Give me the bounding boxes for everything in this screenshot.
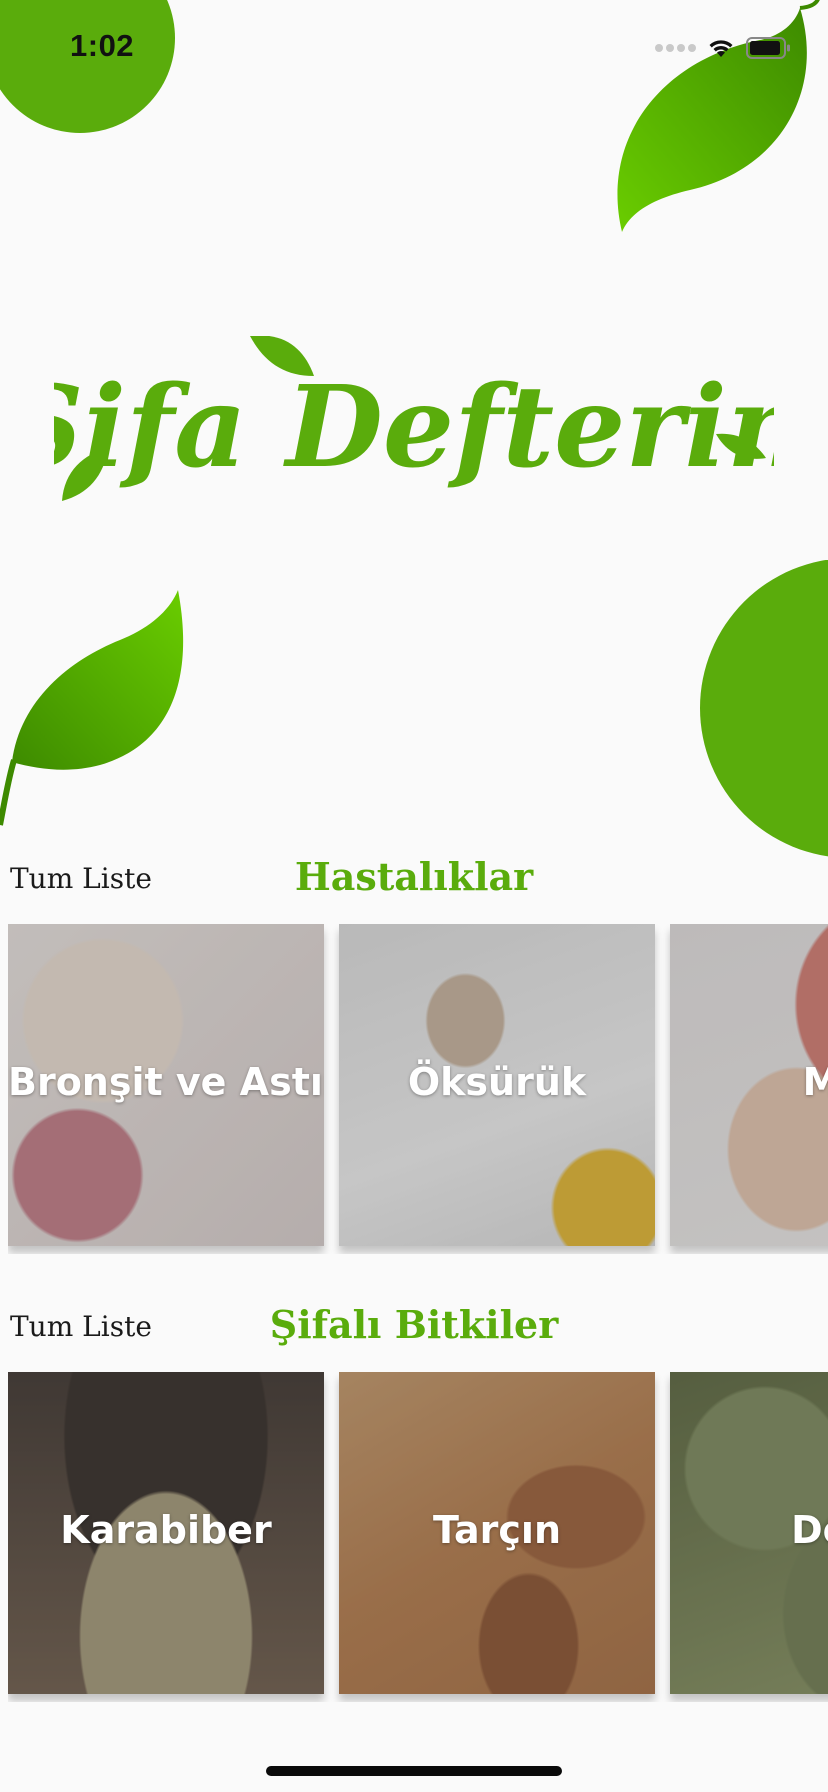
status-bar: 1:02: [0, 0, 828, 100]
card-label: Def: [791, 1508, 828, 1552]
herbs-section-title: Şifalı Bitkiler: [269, 1302, 559, 1347]
card-label: Mi: [802, 1060, 828, 1104]
corner-circle-mid-right: [700, 560, 828, 857]
battery-icon: [746, 37, 790, 59]
card-label: Öksürük: [407, 1060, 587, 1104]
herbs-card-row[interactable]: Karabiber Tarçın Def: [8, 1372, 828, 1702]
card-label: Tarçın: [432, 1508, 561, 1552]
herb-card-tarcin[interactable]: Tarçın: [339, 1372, 655, 1694]
wifi-icon: [709, 40, 733, 57]
card-label: Bronşit ve Astım: [8, 1060, 324, 1104]
herb-card-3[interactable]: Def: [670, 1372, 828, 1694]
diseases-card-row[interactable]: Bronşit ve Astım Öksürük Mi: [8, 924, 828, 1254]
herbs-section-header: Tum Liste Şifalı Bitkiler: [0, 1296, 828, 1356]
herb-card-karabiber[interactable]: Karabiber: [8, 1372, 324, 1694]
leaf-icon-mid-left: [0, 590, 184, 826]
logo-text: Şifa Defterim: [54, 362, 774, 493]
cellular-signal-icon: [655, 44, 696, 52]
app-logo: Şifa Defterim: [54, 336, 774, 501]
home-indicator[interactable]: [266, 1766, 562, 1776]
disease-card-3[interactable]: Mi: [670, 924, 828, 1246]
diseases-section-title: Hastalıklar: [294, 854, 534, 899]
status-time: 1:02: [70, 28, 135, 63]
disease-card-oksuruk[interactable]: Öksürük: [339, 924, 655, 1246]
diseases-section-header: Tum Liste Hastalıklar: [0, 848, 828, 908]
disease-card-bronsit[interactable]: Bronşit ve Astım: [8, 924, 324, 1246]
status-icons: [655, 36, 792, 60]
card-label: Karabiber: [60, 1508, 272, 1552]
